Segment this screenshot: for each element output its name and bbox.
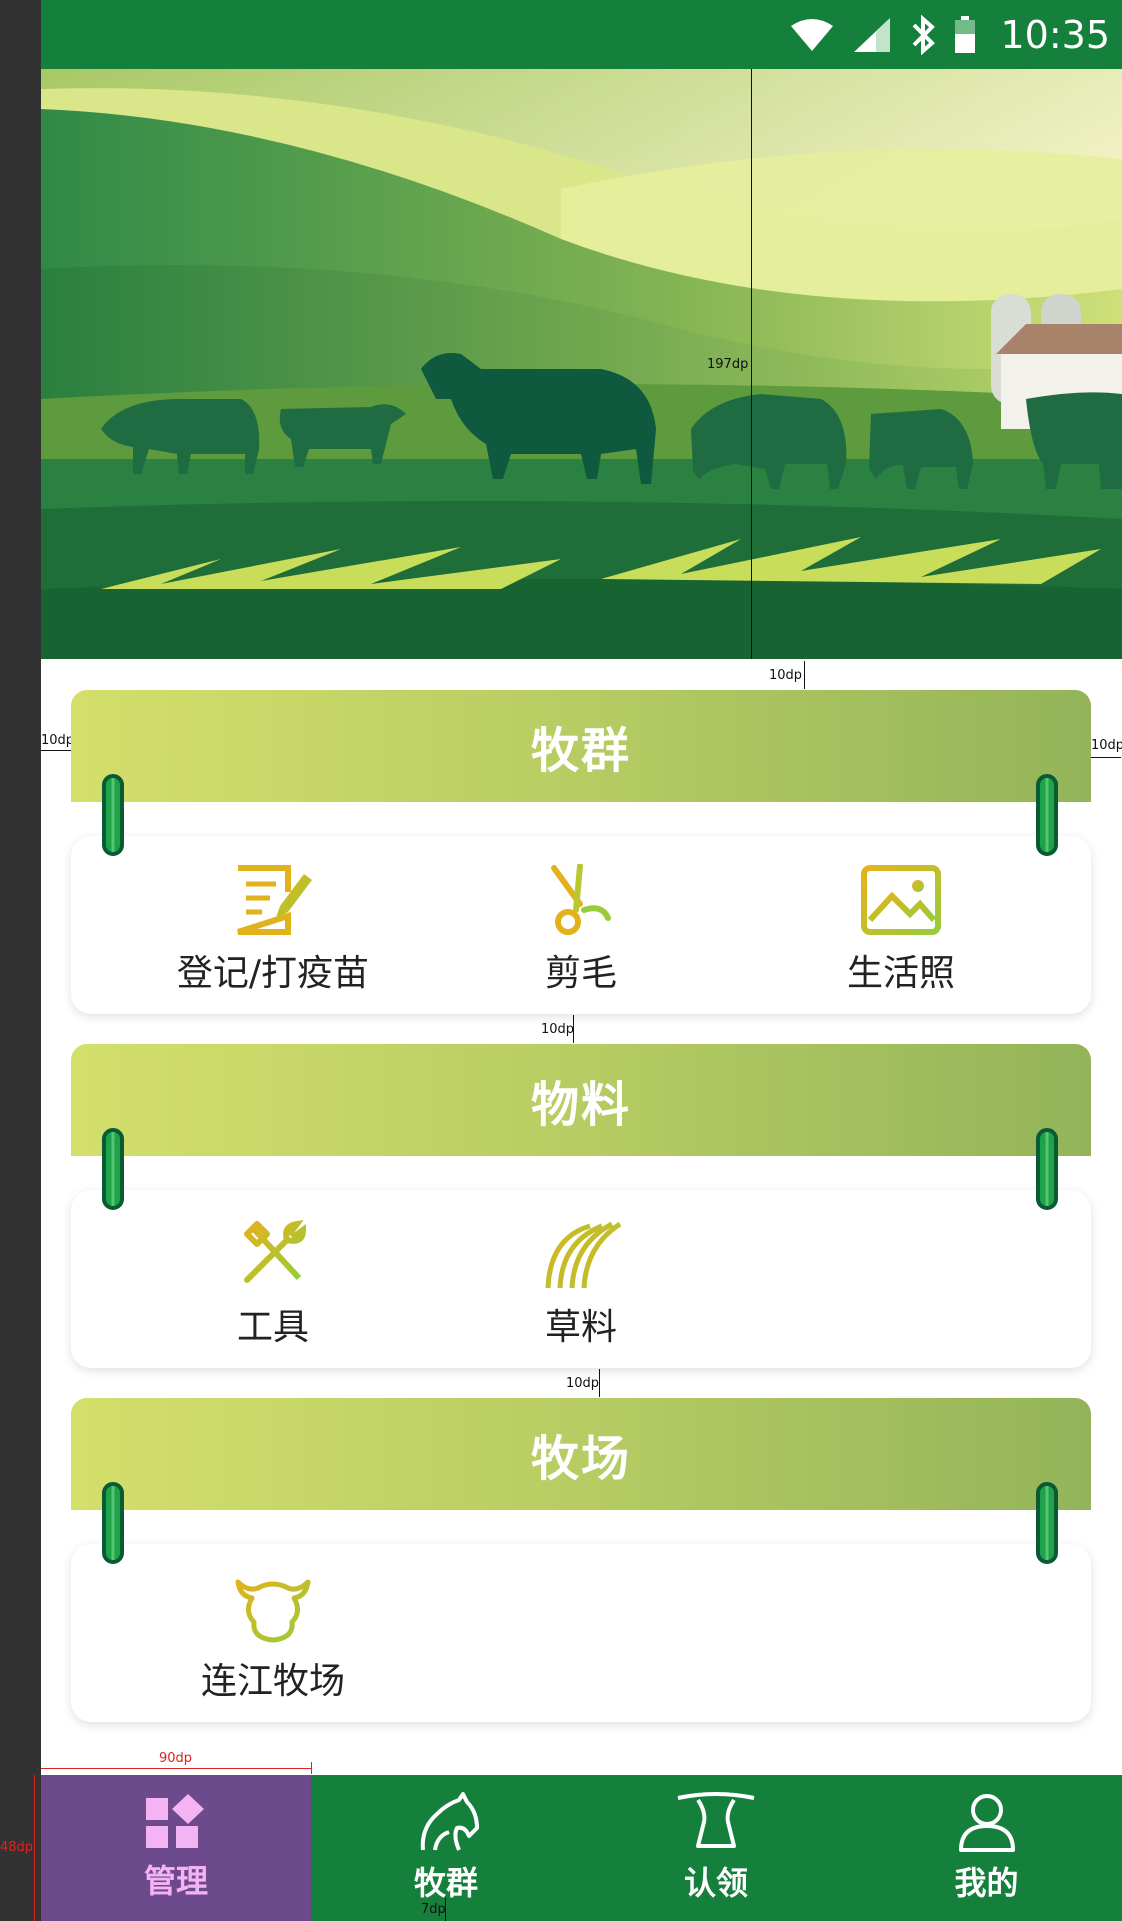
right-margin-annotation: 10dp [1091,738,1122,753]
binder-ring-left [102,1128,124,1210]
left-margin-line [41,750,71,751]
grass-icon [545,1221,622,1289]
grid-icon [146,1794,204,1848]
gap2-annotation: 10dp [566,1376,600,1391]
tools-icon [244,1220,307,1283]
nav-label: 管理 [143,1862,208,1900]
section-card: 连江牧场 [71,1544,1091,1722]
nav-tab-herd[interactable]: 牧群 [311,1775,581,1921]
gap-marker-top [804,661,805,689]
nav-width-tick [311,1762,312,1774]
item-label: 剪毛 [544,953,617,994]
nav-tab-mine[interactable]: 我的 [851,1775,1122,1921]
image-icon [861,865,941,935]
item-life-photos[interactable]: 生活照 [751,864,1051,996]
section-herd: 牧群 登记/打疫苗 剪毛 生活照 [71,690,1091,1014]
signal-icon [854,17,891,52]
item-label: 登记/打疫苗 [176,953,370,994]
hero-height-annotation: 197dp [707,357,749,372]
hero-banner-image [41,69,1122,659]
nav-label: 我的 [954,1864,1019,1902]
nav-tab-manage[interactable]: 管理 [41,1775,311,1921]
section-materials: 物料 工具 草料 [71,1044,1091,1368]
item-label: 生活照 [846,953,955,994]
section-header-band: 物料 [71,1044,1091,1156]
section-ranch: 牧场 连江牧场 [71,1398,1091,1722]
battery-icon [955,15,976,53]
section-card: 登记/打疫苗 剪毛 生活照 [71,836,1091,1014]
pasture-illustration [41,69,1122,659]
binder-ring-left [102,1482,124,1564]
gap-marker-2 [599,1369,600,1397]
status-icons: 10:35 [790,0,1122,69]
scissors-icon [551,864,611,935]
section-title: 牧群 [530,723,631,779]
item-label: 草料 [544,1307,617,1348]
left-margin-annotation: 10dp [41,733,75,748]
item-shearing[interactable]: 剪毛 [431,864,731,996]
hero-gap-annotation: 10dp [769,668,803,683]
nav-tab-claim[interactable]: 认领 [581,1775,851,1921]
gap1-annotation: 10dp [541,1022,575,1037]
bluetooth-icon [913,14,936,55]
item-register-vaccinate[interactable]: 登记/打疫苗 [123,864,423,996]
nav-height-annotation: 48dp [0,1840,34,1855]
app-screen: 10:35 197dp 10dp 10dp 10dp 牧群 登记/打疫苗 剪毛 … [41,0,1122,1921]
horse-head-icon [420,1792,479,1851]
nav-width-annotation: 90dp [159,1751,193,1766]
status-bar: 10:35 [41,0,1122,69]
right-margin-line [1091,757,1121,758]
left-edge-strip [0,0,41,1921]
binder-ring-right [1036,1128,1058,1210]
section-header-band: 牧群 [71,690,1091,802]
user-icon [958,1794,1015,1852]
cow-head-icon [235,1579,311,1643]
binder-ring-right [1036,774,1058,856]
bottom-navigation: 管理 牧群 认领 我的 [41,1775,1122,1921]
nav-bottom-pad-annotation: 7dp [421,1902,446,1917]
section-title: 牧场 [530,1431,631,1487]
binder-ring-left [102,774,124,856]
nav-label: 认领 [683,1864,748,1902]
wifi-icon [791,18,834,51]
item-label: 连江牧场 [200,1661,345,1702]
nav-height-line [34,1775,35,1921]
item-tools[interactable]: 工具 [123,1218,423,1350]
hero-dimension-line [751,69,752,659]
item-label: 工具 [236,1307,309,1348]
nav-width-line [41,1768,311,1769]
item-forage[interactable]: 草料 [431,1218,731,1350]
section-card: 工具 草料 [71,1190,1091,1368]
binder-ring-right [1036,1482,1058,1564]
item-lianjiang-ranch[interactable]: 连江牧场 [123,1572,423,1704]
status-time: 10:35 [1000,12,1110,57]
section-title: 物料 [530,1077,631,1133]
note-edit-icon [237,865,312,935]
claim-icon [677,1792,755,1848]
section-header-band: 牧场 [71,1398,1091,1510]
